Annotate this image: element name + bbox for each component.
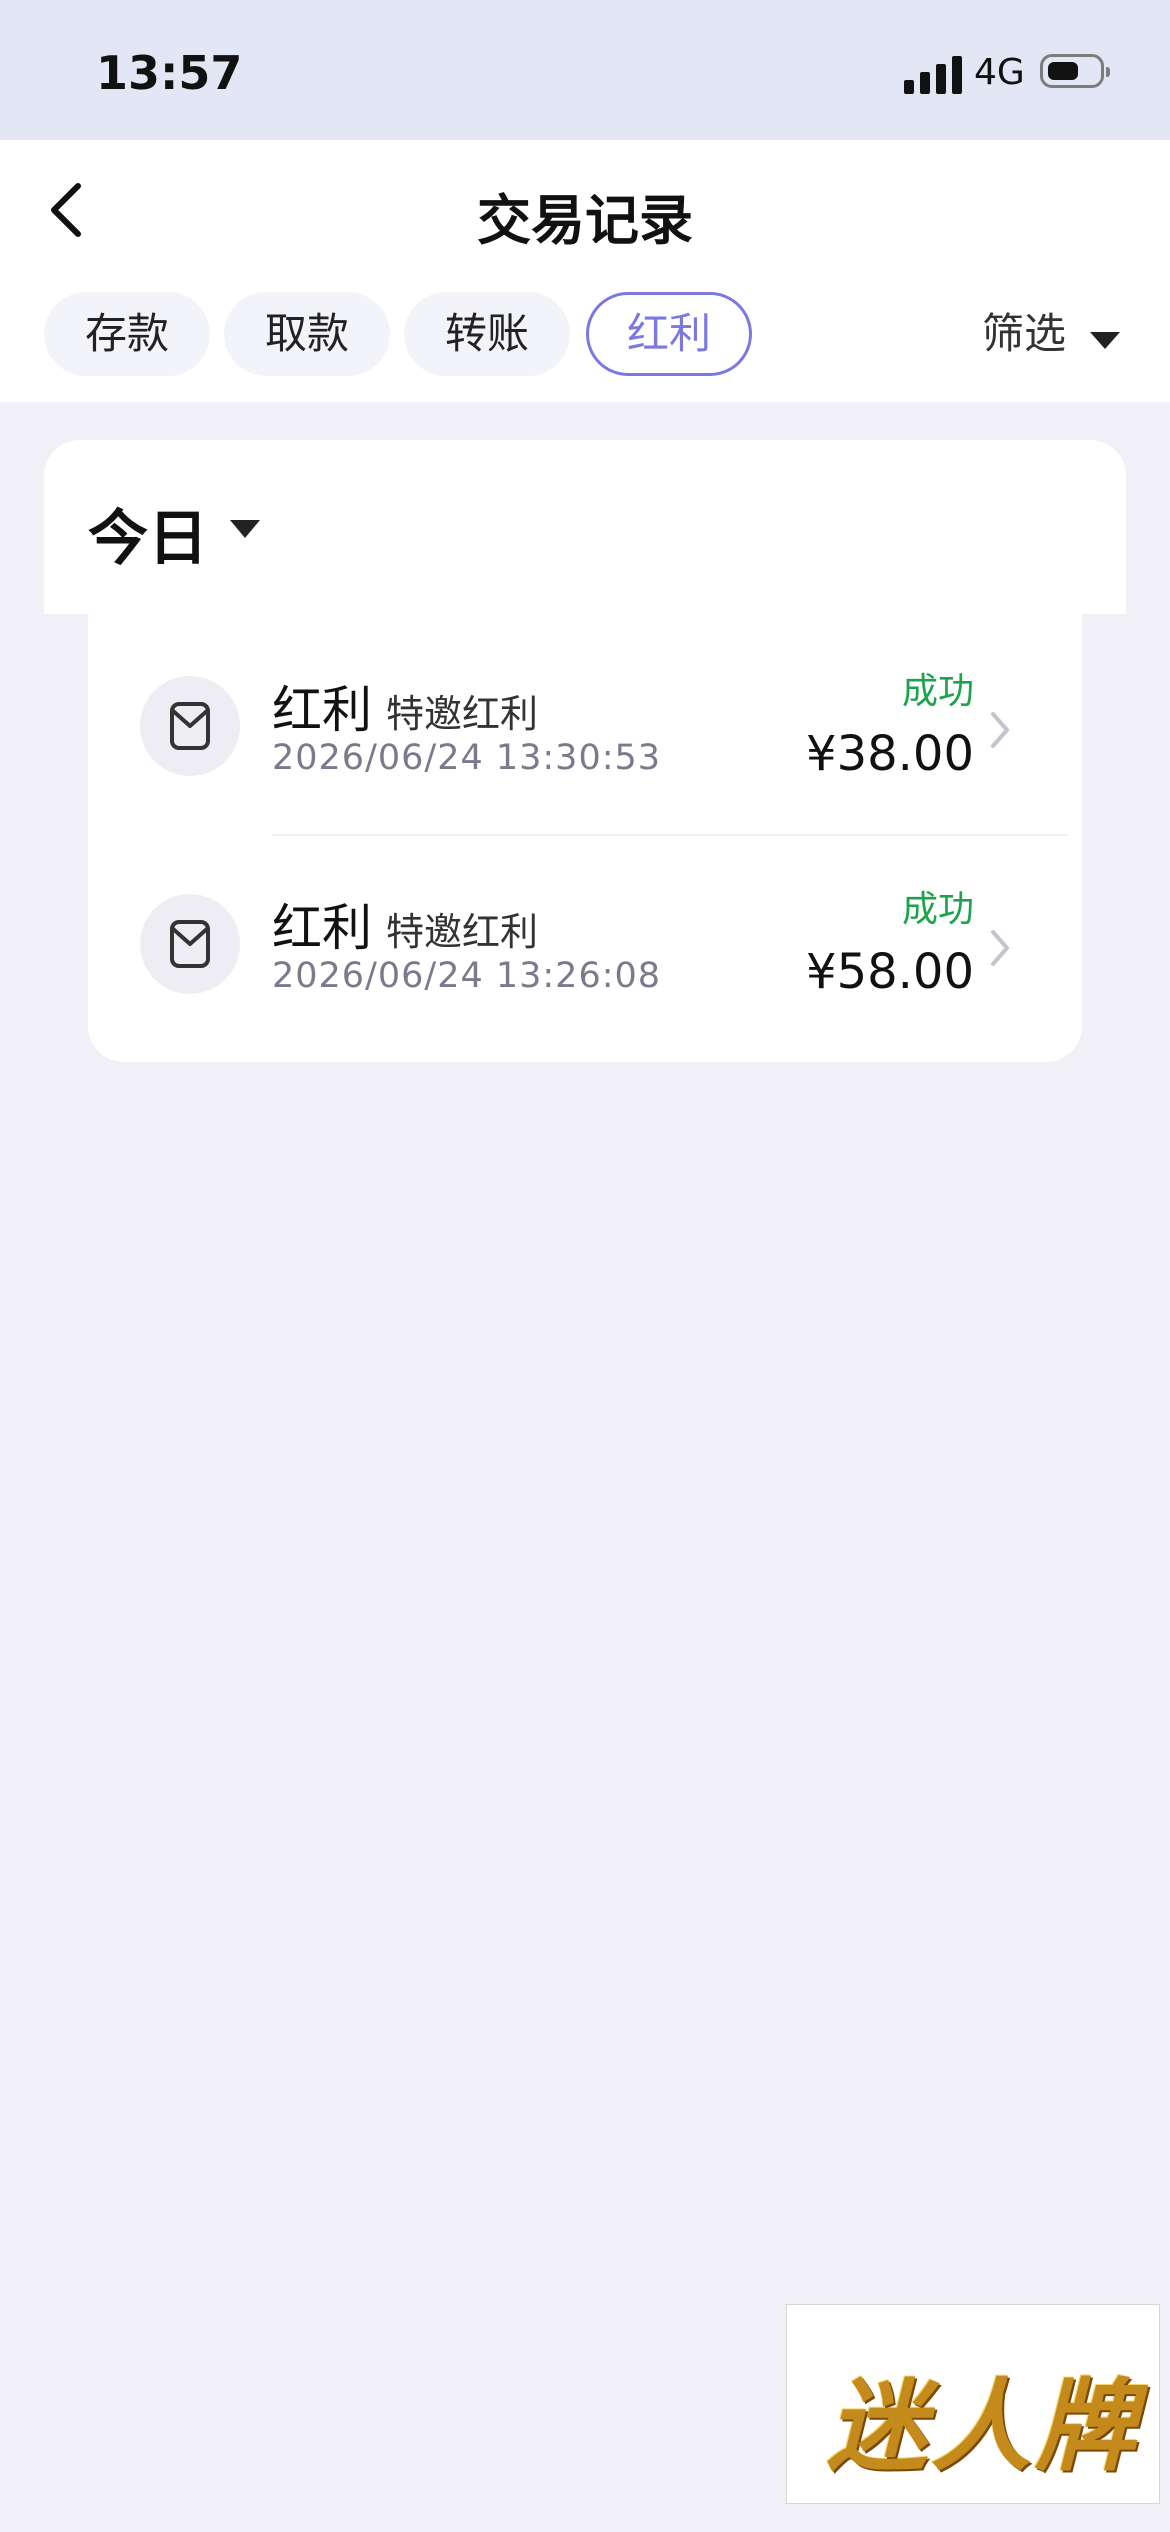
chevron-right-icon[interactable] <box>988 710 1012 750</box>
caret-down-icon[interactable] <box>1090 332 1120 349</box>
transaction-type-label: 红利 <box>272 899 372 957</box>
transaction-type-label: 红利 <box>272 681 372 739</box>
transaction-row[interactable]: 红利 特邀红利 2026/06/24 13:26:08 成功 ¥58.00 <box>88 834 1082 1052</box>
transaction-subtype: 特邀红利 <box>386 692 539 736</box>
battery-icon <box>1040 54 1110 88</box>
top-bar: 交易记录 存款 取款 转账 红利 筛选 <box>0 140 1170 402</box>
transaction-status: 成功 <box>901 671 974 712</box>
transaction-row[interactable]: 红利 特邀红利 2026/06/24 13:30:53 成功 ¥38.00 <box>88 614 1082 832</box>
network-type: 4G <box>974 52 1025 93</box>
transaction-datetime: 2026/06/24 13:26:08 <box>272 956 662 996</box>
transaction-type: 红利 特邀红利 <box>272 670 538 742</box>
transaction-status: 成功 <box>901 889 974 930</box>
tab-withdraw[interactable]: 取款 <box>224 292 390 376</box>
transaction-icon-wrap <box>140 894 240 994</box>
status-bar: 13:57 4G <box>0 0 1170 140</box>
caret-down-icon[interactable] <box>230 520 260 538</box>
watermark-text: 迷人牌 <box>827 2368 1139 2485</box>
status-time: 13:57 <box>96 46 243 100</box>
filter-button[interactable]: 筛选 <box>982 300 1066 361</box>
tab-transfer[interactable]: 转账 <box>404 292 570 376</box>
transaction-subtype: 特邀红利 <box>386 910 539 954</box>
transaction-datetime: 2026/06/24 13:30:53 <box>272 738 662 778</box>
tab-deposit[interactable]: 存款 <box>44 292 210 376</box>
tab-bonus[interactable]: 红利 <box>586 292 752 376</box>
watermark-logo: 迷人牌 <box>786 2304 1160 2504</box>
transaction-amount: ¥38.00 <box>806 726 974 782</box>
chevron-right-icon[interactable] <box>988 928 1012 968</box>
signal-icon <box>904 54 962 94</box>
envelope-icon <box>170 920 210 968</box>
date-group-selector[interactable]: 今日 <box>88 490 208 577</box>
transaction-icon-wrap <box>140 676 240 776</box>
envelope-icon <box>170 702 210 750</box>
transaction-amount: ¥58.00 <box>806 944 974 1000</box>
date-group-header: 今日 <box>44 440 1126 614</box>
transaction-type: 红利 特邀红利 <box>272 888 538 960</box>
page-title: 交易记录 <box>477 189 693 252</box>
transaction-list: 红利 特邀红利 2026/06/24 13:30:53 成功 ¥38.00 红利特… <box>88 614 1082 1062</box>
